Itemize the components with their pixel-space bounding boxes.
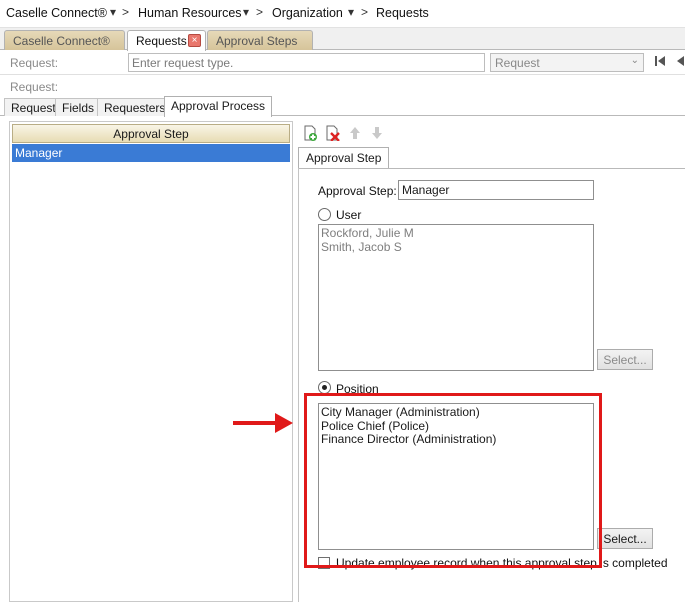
chevron-down-icon[interactable]: ▾: [110, 5, 116, 19]
step-toolbar: [298, 121, 685, 145]
list-item[interactable]: Smith, Jacob S: [321, 240, 591, 255]
tab-label: Caselle Connect®: [13, 34, 110, 48]
approval-step-label: Approval Step:: [318, 184, 397, 198]
user-list[interactable]: Rockford, Julie M Smith, Jacob S: [318, 224, 594, 371]
list-item[interactable]: Manager: [12, 144, 290, 162]
tab-requesters[interactable]: Requesters: [97, 98, 173, 116]
add-icon[interactable]: [302, 125, 318, 141]
tab-label: Requests: [136, 34, 187, 48]
breadcrumb-item-requests[interactable]: Requests: [376, 6, 429, 20]
request-row: Request: Request ⌄: [0, 51, 685, 75]
list-item[interactable]: City Manager (Administration): [321, 405, 591, 420]
tab-approval-step[interactable]: Approval Step: [298, 147, 390, 168]
first-record-icon[interactable]: [654, 55, 666, 70]
tab-approval-steps[interactable]: Approval Steps: [207, 30, 313, 50]
approval-steps-list: Approval Step Manager: [9, 121, 293, 602]
breadcrumb-separator: >: [122, 5, 130, 19]
move-up-icon[interactable]: [348, 125, 364, 141]
tab-label: Approval Steps: [216, 34, 298, 48]
request-label: Request:: [10, 56, 59, 70]
breadcrumb-item-organization[interactable]: Organization: [272, 6, 343, 20]
approval-step-detail: Approval Step Approval Step: Manager Use…: [298, 121, 685, 602]
list-item[interactable]: Police Chief (Police): [321, 419, 591, 434]
request-type-input[interactable]: [128, 53, 485, 72]
column-header-approval-step[interactable]: Approval Step: [12, 124, 290, 143]
arrow-right-icon: [233, 412, 293, 437]
breadcrumb-item-caselle[interactable]: Caselle Connect®: [6, 6, 107, 20]
breadcrumb-separator: >: [361, 5, 369, 19]
chevron-down-icon: ⌄: [630, 55, 639, 66]
update-employee-record-checkbox[interactable]: [318, 557, 330, 569]
breadcrumb: Caselle Connect® ▾ > Human Resources ▾ >…: [0, 0, 685, 28]
breadcrumb-item-human-resources[interactable]: Human Resources: [138, 6, 242, 20]
tab-fields[interactable]: Fields: [55, 98, 102, 116]
inner-tab-strip: Request Fields Requesters Approval Proce…: [0, 96, 685, 117]
select-users-button[interactable]: Select...: [597, 349, 653, 370]
tab-request[interactable]: Request: [4, 98, 63, 116]
close-icon[interactable]: ×: [188, 34, 201, 47]
breadcrumb-separator: >: [256, 5, 264, 19]
approval-step-form: Approval Step: Manager User Rockford, Ju…: [298, 168, 685, 602]
document-tab-strip: Caselle Connect® Requests × Approval Ste…: [0, 28, 685, 51]
tab-requests[interactable]: Requests ×: [127, 30, 206, 51]
previous-record-icon[interactable]: [675, 55, 685, 70]
request-select-value: Request: [495, 56, 540, 70]
position-radio[interactable]: [318, 381, 331, 394]
move-down-icon[interactable]: [370, 125, 386, 141]
list-item[interactable]: Finance Director (Administration): [321, 432, 591, 447]
delete-icon[interactable]: [324, 125, 340, 142]
approval-step-field[interactable]: Manager: [398, 180, 594, 200]
chevron-down-icon[interactable]: ▾: [348, 5, 354, 19]
user-radio-label: User: [336, 208, 362, 222]
request-label-secondary: Request:: [10, 80, 59, 94]
request-select[interactable]: Request ⌄: [490, 53, 644, 72]
position-list[interactable]: City Manager (Administration) Police Chi…: [318, 403, 594, 550]
user-radio[interactable]: [318, 208, 331, 221]
list-item[interactable]: Rockford, Julie M: [321, 226, 591, 241]
update-employee-record-label: Update employee record when this approva…: [336, 556, 668, 570]
chevron-down-icon[interactable]: ▾: [243, 5, 249, 19]
tab-approval-process[interactable]: Approval Process: [164, 96, 273, 117]
position-radio-label: Position: [336, 382, 379, 396]
select-positions-button[interactable]: Select...: [597, 528, 653, 549]
tab-caselle-connect[interactable]: Caselle Connect®: [4, 30, 125, 50]
